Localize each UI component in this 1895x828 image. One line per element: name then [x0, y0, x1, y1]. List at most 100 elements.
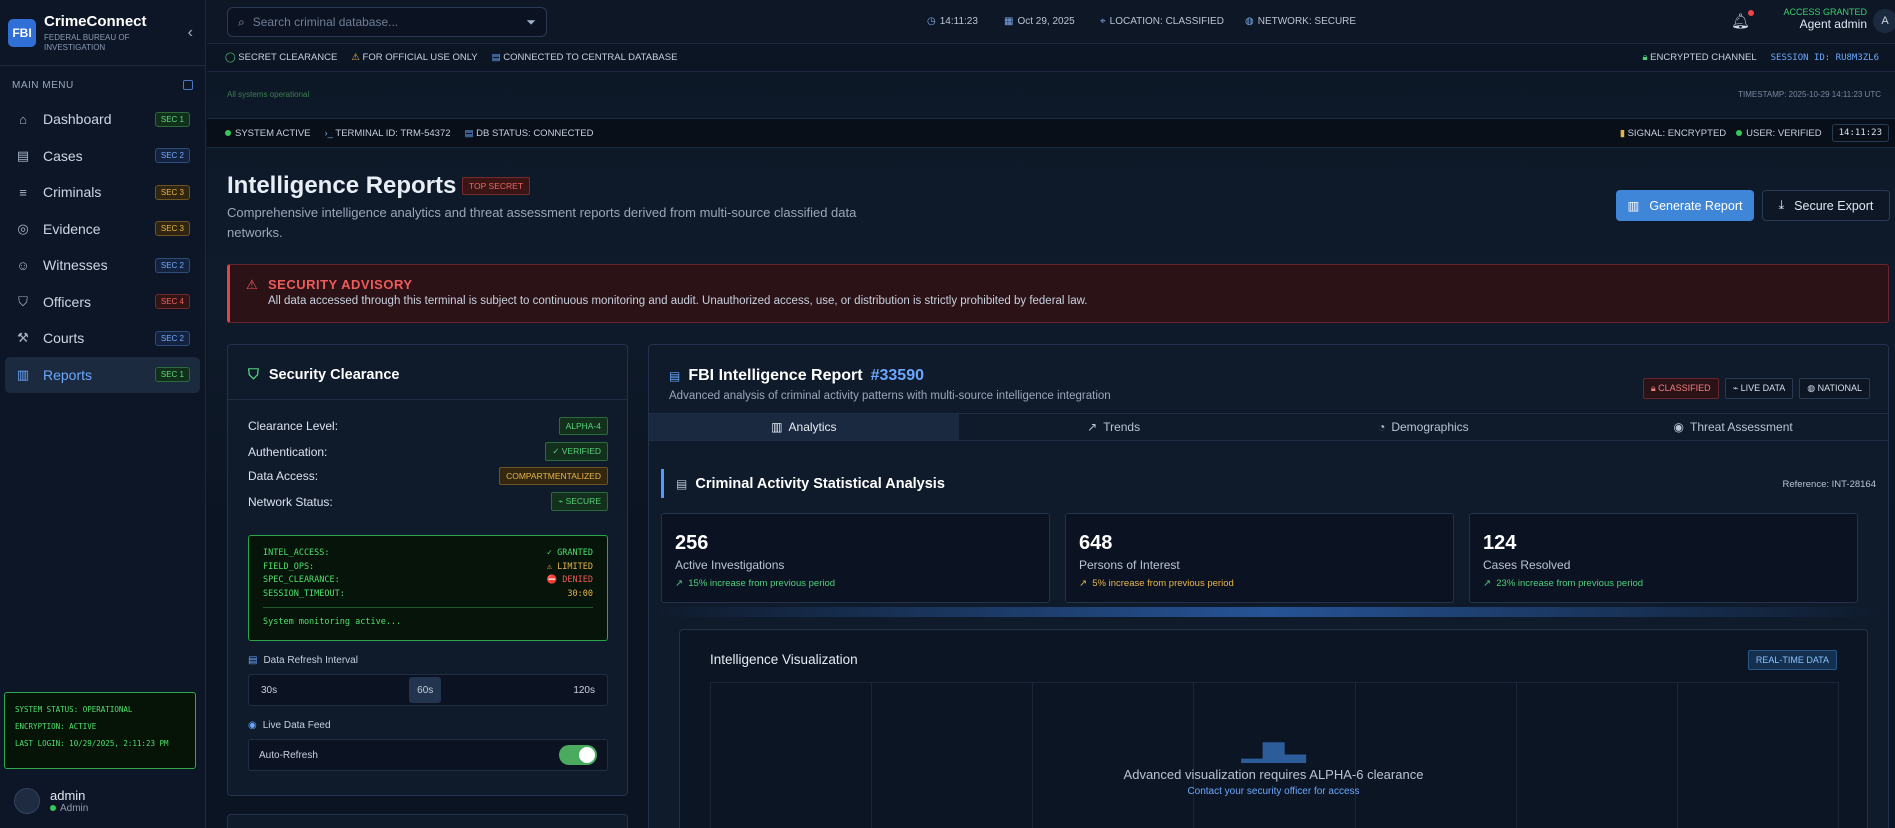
sidebar-item-label: Criminals — [43, 184, 102, 201]
users-icon: ☺ — [16, 257, 30, 273]
stat-value: 124 — [1483, 532, 1517, 554]
shield-icon: ◯ — [225, 52, 236, 63]
date-text: Oct 29, 2025 — [1017, 16, 1075, 27]
terminal-key: FIELD_OPS: — [263, 561, 315, 572]
security-level-badge: SEC 4 — [154, 294, 190, 310]
eye-icon: ◉ — [1673, 420, 1684, 434]
online-dot-icon — [50, 805, 56, 811]
refresh-option-120s[interactable]: 120s — [565, 677, 603, 703]
tab-label: Trends — [1103, 420, 1141, 434]
operational-text: All systems operational — [227, 90, 310, 99]
card-title: Security Clearance — [268, 367, 400, 383]
notification-badge — [1748, 10, 1755, 16]
warning-icon: ⚠ — [351, 52, 360, 63]
auto-refresh-toggle[interactable] — [559, 745, 597, 765]
terminal-icon: ›_ — [324, 127, 333, 139]
row-value: ✓ VERIFIED — [545, 442, 608, 461]
access-status: ACCESS GRANTED Agent admin — [1767, 7, 1867, 31]
stat-trend: ↗ 5% increase from previous period — [1079, 578, 1234, 589]
sidebar: FBI CrimeConnect FEDERAL BUREAU OF INVES… — [0, 0, 206, 828]
status-line: ENCRYPTION: ACTIVE — [15, 722, 97, 731]
sidebar-item-label: Evidence — [43, 220, 101, 237]
status-line: LAST LOGIN: 10/29/2025, 2:11:23 PM — [15, 739, 169, 748]
page-description: Comprehensive intelligence analytics and… — [227, 205, 857, 240]
stat-trend: ↗ 23% increase from previous period — [1483, 578, 1644, 589]
sidebar-item-courts[interactable]: ⚒ Courts SEC 2 — [5, 320, 200, 357]
bar-chart-icon: ▥ — [1627, 199, 1640, 213]
security-level-badge: SEC 3 — [154, 221, 190, 237]
verified-dot-icon — [1736, 129, 1743, 136]
report-file-icon: ▤ — [669, 369, 681, 383]
tab-trends[interactable]: ↗ Trends — [959, 414, 1269, 440]
collapse-sidebar-icon[interactable]: ‹ — [184, 24, 197, 42]
network-text: NETWORK: SECURE — [1257, 16, 1357, 27]
row-label: Authentication: — [248, 444, 328, 459]
pie-chart-icon: ◔ — [1378, 420, 1386, 434]
refresh-interval-selector[interactable]: 30s 60s 120s — [248, 674, 608, 706]
refresh-option-30s[interactable]: 30s — [253, 677, 285, 703]
search-input[interactable] — [252, 15, 527, 29]
refresh-option-60s[interactable]: 60s — [409, 677, 442, 703]
sidebar-item-label: Witnesses — [43, 257, 108, 274]
sidebar-item-criminals[interactable]: ≡ Criminals SEC 3 — [5, 174, 200, 211]
lock-icon — [183, 80, 193, 90]
reference-id: Reference: INT-28164 — [1782, 479, 1876, 490]
notifications-bell-icon[interactable]: 🔔︎ — [1731, 10, 1755, 30]
avatar[interactable]: A — [1873, 9, 1895, 33]
sidebar-item-label: Cases — [43, 147, 83, 164]
document-icon: ▤ — [16, 147, 30, 163]
classified-badge: 🔒︎ CLASSIFIED — [1642, 378, 1719, 399]
bar-chart-icon: ▁▅▂ — [1241, 731, 1306, 762]
tab-demographics[interactable]: ◔ Demographics — [1269, 414, 1579, 440]
monitoring-text: System monitoring active... — [263, 617, 402, 627]
secure-export-button[interactable]: ⤓ Secure Export — [1762, 190, 1890, 221]
sidebar-item-witnesses[interactable]: ☺ Witnesses SEC 2 — [5, 247, 200, 284]
terminal-value: 30:00 — [567, 588, 593, 599]
warning-icon: ⚠ — [246, 277, 258, 292]
locked-text: Advanced visualization requires ALPHA-6 … — [1123, 767, 1424, 782]
brand: FBI CrimeConnect FEDERAL BUREAU OF INVES… — [0, 0, 205, 66]
tab-label: Demographics — [1391, 420, 1469, 434]
secure-export-label: Secure Export — [1794, 198, 1874, 213]
sidebar-item-reports[interactable]: ▥ Reports SEC 1 — [5, 356, 200, 393]
database-icon: ▤ — [464, 127, 474, 139]
user-profile[interactable]: admin Admin — [14, 788, 88, 814]
row-label: Network Status: — [248, 494, 333, 509]
generate-report-label: Generate Report — [1649, 198, 1743, 213]
authentication-row: Authentication: ✓ VERIFIED — [248, 442, 608, 461]
tab-threat-assessment[interactable]: ◉ Threat Assessment — [1578, 414, 1888, 440]
tab-analytics[interactable]: ▥ Analytics — [649, 414, 959, 440]
user-role: Admin — [60, 803, 89, 814]
database-icon: ▤ — [491, 52, 501, 63]
security-level-badge: SEC 2 — [154, 257, 190, 273]
system-clock: 14:11:23 — [1831, 124, 1889, 142]
filter-icon[interactable]: ⏷ — [526, 15, 536, 30]
sidebar-item-label: Officers — [43, 293, 91, 310]
sidebar-item-officers[interactable]: ⛉ Officers SEC 4 — [5, 284, 200, 321]
report-number: #33590 — [870, 367, 924, 384]
search-icon: ⌕ — [238, 14, 245, 29]
generate-report-button[interactable]: ▥ Generate Report — [1616, 190, 1754, 221]
sidebar-item-evidence[interactable]: ◎ Evidence SEC 3 — [5, 211, 200, 248]
secondary-card — [227, 814, 628, 828]
topbar: ⌕ ⏷ ◷14:11:23 ▦Oct 29, 2025 ⌖LOCATION: C… — [207, 0, 1895, 44]
lock-icon: 🔒︎ — [1642, 52, 1648, 63]
security-strip: ◯ SECRET CLEARANCE ⚠ FOR OFFICIAL USE ON… — [207, 44, 1895, 72]
report-subtitle: Advanced analysis of criminal activity p… — [669, 390, 1111, 402]
signal-icon: ▮ — [1619, 127, 1625, 139]
search-box[interactable]: ⌕ ⏷ — [227, 7, 547, 37]
clock-icon: ◷ — [927, 16, 936, 27]
channel-text: ENCRYPTED CHANNEL — [1650, 52, 1757, 63]
advisory-title: SECURITY ADVISORY — [268, 277, 413, 292]
calendar-icon: ▦ — [1004, 16, 1014, 27]
security-clearance-card: ⛉ Security Clearance Clearance Level: ALPH… — [227, 344, 628, 796]
security-level-badge: SEC 2 — [154, 148, 190, 164]
report-tabs: ▥ Analytics ↗ Trends ◔ Demographics ◉ Threat… — [649, 413, 1888, 441]
menu-heading: MAIN MENU — [12, 80, 74, 91]
advisory-text: All data accessed through this terminal … — [268, 295, 1088, 307]
status-line: SYSTEM STATUS: OPERATIONAL — [15, 705, 133, 714]
sidebar-item-cases[interactable]: ▤ Cases SEC 2 — [5, 138, 200, 175]
contact-link[interactable]: Contact your security officer for access — [680, 786, 1867, 797]
refresh-heading: ▤ Data Refresh Interval — [248, 655, 358, 666]
sidebar-item-dashboard[interactable]: ⌂ Dashboard SEC 1 — [5, 101, 200, 138]
